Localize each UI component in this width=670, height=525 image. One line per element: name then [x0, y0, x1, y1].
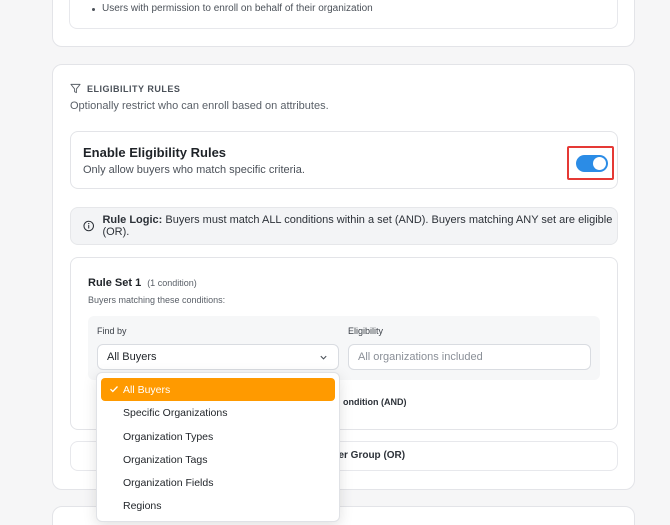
section-description: Optionally restrict who can enroll based… — [70, 100, 329, 112]
find-by-value: All Buyers — [107, 351, 157, 363]
dropdown-option-label: Specific Organizations — [123, 407, 228, 420]
dropdown-option[interactable]: Specific Organizations — [101, 401, 335, 424]
filter-icon — [70, 83, 81, 94]
chevron-down-icon — [320, 355, 327, 360]
check-icon — [110, 386, 118, 393]
dropdown-option-label: Organization Types — [123, 430, 214, 443]
dropdown-option-label: All Buyers — [123, 384, 171, 396]
rule-logic-text: Rule Logic: Buyers must match ALL condit… — [102, 214, 617, 238]
info-icon — [83, 220, 95, 232]
find-by-select[interactable]: All Buyers — [97, 344, 339, 370]
eligibility-label: Eligibility — [348, 326, 384, 336]
find-by-dropdown: All Buyers Specific Organizations Organi… — [96, 372, 340, 522]
add-condition-button[interactable]: ondition (AND) — [343, 397, 406, 407]
section-title: ELIGIBILITY RULES — [87, 83, 181, 94]
rule-logic-info: Rule Logic: Buyers must match ALL condit… — [70, 207, 618, 245]
dropdown-option-label: Organization Fields — [123, 477, 214, 490]
dropdown-option[interactable]: All Buyers — [101, 378, 335, 402]
rule-set-subtitle: Buyers matching these conditions: — [88, 295, 226, 305]
enrollment-card: Users with permission to enroll on behal… — [52, 0, 635, 47]
find-by-label: Find by — [97, 326, 127, 336]
section-header: ELIGIBILITY RULES — [70, 83, 180, 94]
enable-rules-card: Enable Eligibility Rules Only allow buye… — [70, 131, 618, 189]
dropdown-option[interactable]: Organization Tags — [101, 448, 335, 471]
enable-rules-title: Enable Eligibility Rules — [83, 145, 227, 160]
rule-set-name: Rule Set 1 — [88, 277, 142, 289]
enable-rules-desc: Only allow buyers who match specific cri… — [83, 164, 305, 176]
permission-list: Users with permission to enroll on behal… — [69, 0, 618, 29]
permission-bullet: Users with permission to enroll on behal… — [92, 3, 373, 14]
eligibility-field[interactable]: All organizations included — [348, 344, 591, 370]
condition-row: Find by Eligibility All Buyers All organ… — [88, 316, 600, 380]
rule-set-title: Rule Set 1 (1 condition) — [88, 277, 197, 289]
enable-rules-toggle[interactable] — [576, 155, 608, 172]
toggle-highlight — [567, 146, 614, 180]
condition-count: (1 condition) — [147, 278, 197, 288]
toggle-knob — [593, 157, 606, 170]
dropdown-option[interactable]: Organization Types — [101, 425, 335, 448]
dropdown-option[interactable]: Regions — [101, 494, 335, 517]
dropdown-option-label: Organization Tags — [123, 453, 208, 466]
dropdown-option[interactable]: Organization Fields — [101, 471, 335, 494]
dropdown-option-label: Regions — [123, 500, 162, 513]
add-group-label: ther Group (OR) — [329, 450, 406, 461]
rule-logic-body: Buyers must match ALL conditions within … — [102, 214, 613, 238]
rule-logic-label: Rule Logic: — [102, 214, 163, 226]
